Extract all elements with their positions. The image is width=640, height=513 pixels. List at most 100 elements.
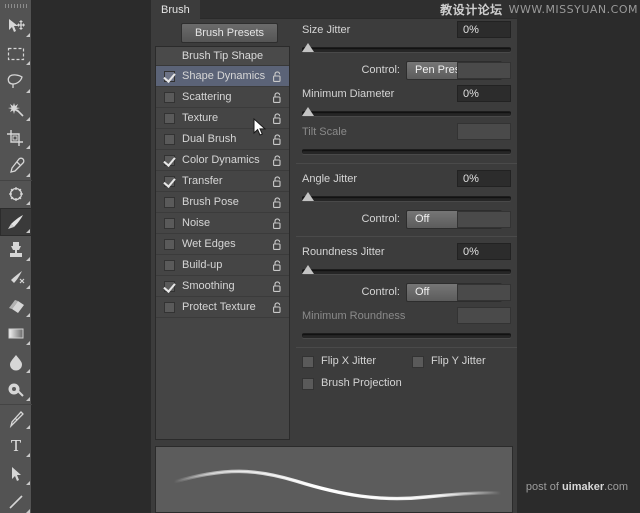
brush-presets-label: Brush Presets xyxy=(194,27,265,39)
tool-flyout-indicator xyxy=(26,397,30,401)
roundness-jitter-slider[interactable] xyxy=(302,263,511,279)
brush-option-checkbox[interactable] xyxy=(164,301,175,313)
type-tool[interactable]: T xyxy=(0,432,32,460)
move-tool[interactable] xyxy=(0,12,32,40)
roundness-jitter-row: Roundness Jitter 0% xyxy=(296,241,517,263)
brush-option-label: Color Dynamics xyxy=(182,154,260,166)
watermark-top: 教设计论坛 WWW.MISSYUAN.COM xyxy=(440,1,638,18)
lock-icon[interactable] xyxy=(273,154,282,166)
brush-option-checkbox[interactable] xyxy=(164,238,175,250)
brush-option-row[interactable]: Brush Pose xyxy=(156,192,289,213)
marquee-tool[interactable] xyxy=(0,40,32,68)
angle-control-extra-box xyxy=(457,210,511,228)
brush-option-row[interactable]: Shape Dynamics xyxy=(156,66,289,87)
brush-option-row[interactable]: Transfer xyxy=(156,171,289,192)
brush-option-checkbox[interactable] xyxy=(164,154,175,166)
watermark-bottom: post of uimaker.com xyxy=(526,481,628,493)
angle-control-value: Off xyxy=(415,213,430,225)
tool-flyout-indicator xyxy=(26,425,30,429)
brush-option-row[interactable]: Scattering xyxy=(156,87,289,108)
tool-flyout-indicator xyxy=(26,33,30,37)
slider-thumb[interactable] xyxy=(302,192,314,201)
brush-option-row[interactable]: Color Dynamics xyxy=(156,150,289,171)
brush-option-checkbox[interactable] xyxy=(164,70,175,82)
angle-jitter-row: Angle Jitter 0% xyxy=(296,168,517,190)
slider-track xyxy=(302,111,511,116)
lock-icon[interactable] xyxy=(273,112,282,124)
size-jitter-value[interactable]: 0% xyxy=(457,21,511,38)
brush-option-checkbox[interactable] xyxy=(164,280,175,292)
size-jitter-row: Size Jitter 0% xyxy=(296,19,517,41)
brush-tool[interactable] xyxy=(0,208,32,236)
size-jitter-slider[interactable] xyxy=(302,41,511,57)
line-tool[interactable] xyxy=(0,488,32,513)
angle-jitter-value[interactable]: 0% xyxy=(457,170,511,187)
brush-presets-button[interactable]: Brush Presets xyxy=(181,23,278,43)
tilt-scale-label: Tilt Scale xyxy=(302,126,347,138)
brush-projection-checkbox[interactable] xyxy=(302,378,314,390)
tool-flyout-indicator xyxy=(26,117,30,121)
section-divider xyxy=(296,163,517,164)
section-divider xyxy=(296,347,517,348)
brush-option-row[interactable]: Smoothing xyxy=(156,276,289,297)
lock-icon[interactable] xyxy=(273,301,282,313)
slider-thumb[interactable] xyxy=(302,107,314,116)
brush-option-row[interactable]: Noise xyxy=(156,213,289,234)
minimum-diameter-value[interactable]: 0% xyxy=(457,85,511,102)
brush-option-row[interactable]: Texture xyxy=(156,108,289,129)
magic-wand-tool[interactable] xyxy=(0,96,32,124)
roundness-jitter-value[interactable]: 0% xyxy=(457,243,511,260)
lock-icon[interactable] xyxy=(273,133,282,145)
brush-option-row[interactable]: Wet Edges xyxy=(156,234,289,255)
tilt-scale-section: Tilt Scale xyxy=(296,121,517,159)
lock-icon[interactable] xyxy=(273,217,282,229)
minimum-diameter-row: Minimum Diameter 0% xyxy=(296,83,517,105)
brush-option-checkbox[interactable] xyxy=(164,133,175,145)
brush-option-row[interactable]: Protect Texture xyxy=(156,297,289,318)
lock-icon[interactable] xyxy=(273,70,282,82)
healing-brush-tool[interactable] xyxy=(0,180,32,208)
angle-jitter-slider[interactable] xyxy=(302,190,511,206)
brush-option-checkbox[interactable] xyxy=(164,91,175,103)
eraser-tool[interactable] xyxy=(0,292,32,320)
brush-option-checkbox[interactable] xyxy=(164,217,175,229)
dodge-tool[interactable] xyxy=(0,376,32,404)
flip-y-jitter-checkbox[interactable] xyxy=(412,356,424,368)
palette-drag-grip[interactable] xyxy=(0,0,31,12)
brush-tip-shape-header[interactable]: Brush Tip Shape xyxy=(156,47,289,66)
history-brush-tool[interactable] xyxy=(0,264,32,292)
watermark-bottom-brand: uimaker xyxy=(561,481,605,493)
pen-tool[interactable] xyxy=(0,404,32,432)
tool-flyout-indicator xyxy=(26,285,30,289)
blur-tool[interactable] xyxy=(0,348,32,376)
brush-option-checkbox[interactable] xyxy=(164,175,175,187)
watermark-bottom-prefix: post of xyxy=(525,481,562,493)
lock-icon[interactable] xyxy=(273,238,282,250)
angle-jitter-section: Angle Jitter 0% Control: Off xyxy=(296,168,517,232)
gradient-tool[interactable] xyxy=(0,320,32,348)
brush-option-checkbox[interactable] xyxy=(164,259,175,271)
lock-icon[interactable] xyxy=(273,175,282,187)
brush-option-row[interactable]: Build-up xyxy=(156,255,289,276)
minimum-diameter-slider[interactable] xyxy=(302,105,511,121)
lasso-tool[interactable] xyxy=(0,68,32,96)
brush-option-checkbox[interactable] xyxy=(164,112,175,124)
slider-thumb[interactable] xyxy=(302,43,314,52)
lock-icon[interactable] xyxy=(273,259,282,271)
lock-icon[interactable] xyxy=(273,196,282,208)
flip-x-jitter-checkbox[interactable] xyxy=(302,356,314,368)
brush-option-label: Smoothing xyxy=(182,280,235,292)
slider-thumb[interactable] xyxy=(302,265,314,274)
minimum-roundness-row: Minimum Roundness xyxy=(296,305,517,327)
tab-brush[interactable]: Brush xyxy=(151,0,200,19)
brush-option-label: Brush Pose xyxy=(182,196,239,208)
clone-stamp-tool[interactable] xyxy=(0,236,32,264)
crop-tool[interactable] xyxy=(0,124,32,152)
minimum-diameter-section: Minimum Diameter 0% xyxy=(296,83,517,121)
brush-option-row[interactable]: Dual Brush xyxy=(156,129,289,150)
lock-icon[interactable] xyxy=(273,280,282,292)
path-selection-tool[interactable] xyxy=(0,460,32,488)
lock-icon[interactable] xyxy=(273,91,282,103)
eyedropper-tool[interactable] xyxy=(0,152,32,180)
brush-option-checkbox[interactable] xyxy=(164,196,175,208)
